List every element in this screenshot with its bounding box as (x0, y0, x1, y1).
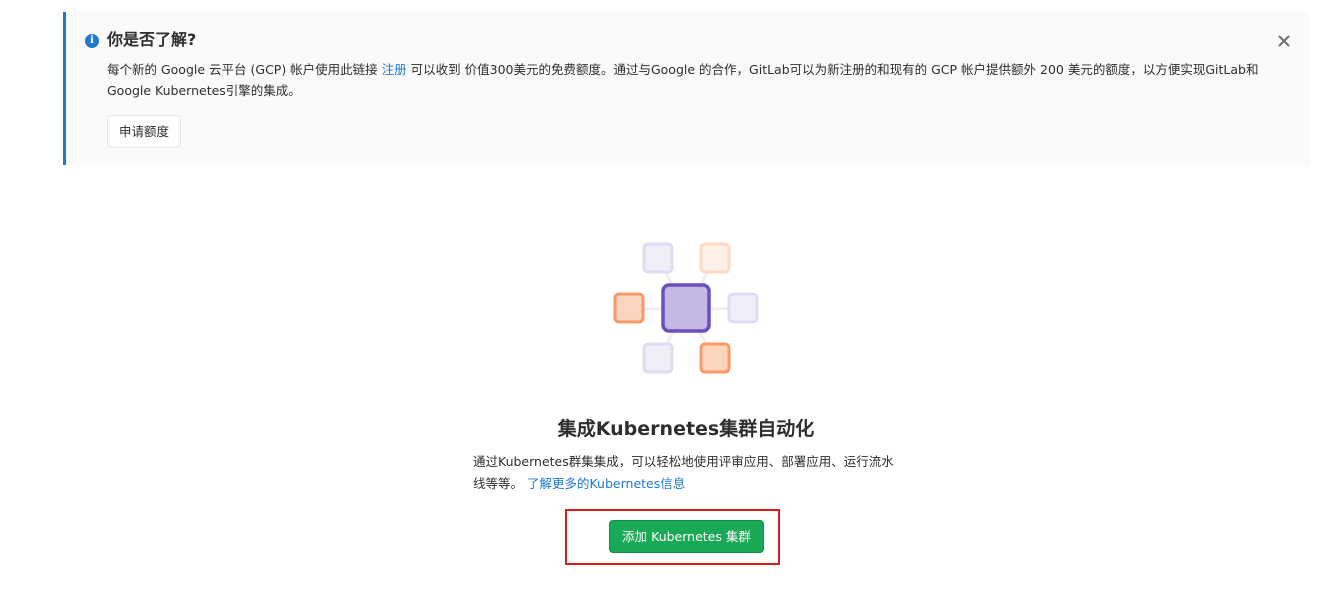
info-icon: i (85, 34, 99, 48)
cluster-node-top-left (642, 242, 674, 274)
cluster-node-bottom-right (699, 342, 731, 374)
empty-state-description: 通过Kubernetes群集集成，可以轻松地使用评审应用、部署应用、运行流水线等… (473, 451, 899, 495)
cluster-node-top-right (699, 242, 731, 274)
gcp-promo-alert: i 你是否了解? 每个新的 Google 云平台 (GCP) 帐户使用此链接 注… (63, 12, 1310, 165)
apply-credit-button[interactable]: 申请额度 (107, 115, 182, 148)
cluster-node-middle-left (613, 292, 645, 324)
close-icon[interactable] (1275, 32, 1293, 50)
empty-state-title: 集成Kubernetes集群自动化 (557, 418, 815, 440)
add-kubernetes-cluster-button[interactable]: 添加 Kubernetes 集群 (609, 520, 764, 553)
learn-more-kubernetes-link[interactable]: 了解更多的Kubernetes信息 (527, 476, 685, 491)
alert-body: 每个新的 Google 云平台 (GCP) 帐户使用此链接 注册 可以收到 价值… (107, 59, 1277, 101)
cluster-node-bottom-left (642, 342, 674, 374)
alert-title: 你是否了解? (107, 30, 197, 49)
alert-body-text-before: 每个新的 Google 云平台 (GCP) 帐户使用此链接 (107, 62, 382, 77)
cluster-node-center (661, 283, 711, 333)
signup-link[interactable]: 注册 (382, 62, 407, 77)
cluster-node-middle-right (727, 292, 759, 324)
kubernetes-cluster-illustration-icon (608, 238, 764, 380)
